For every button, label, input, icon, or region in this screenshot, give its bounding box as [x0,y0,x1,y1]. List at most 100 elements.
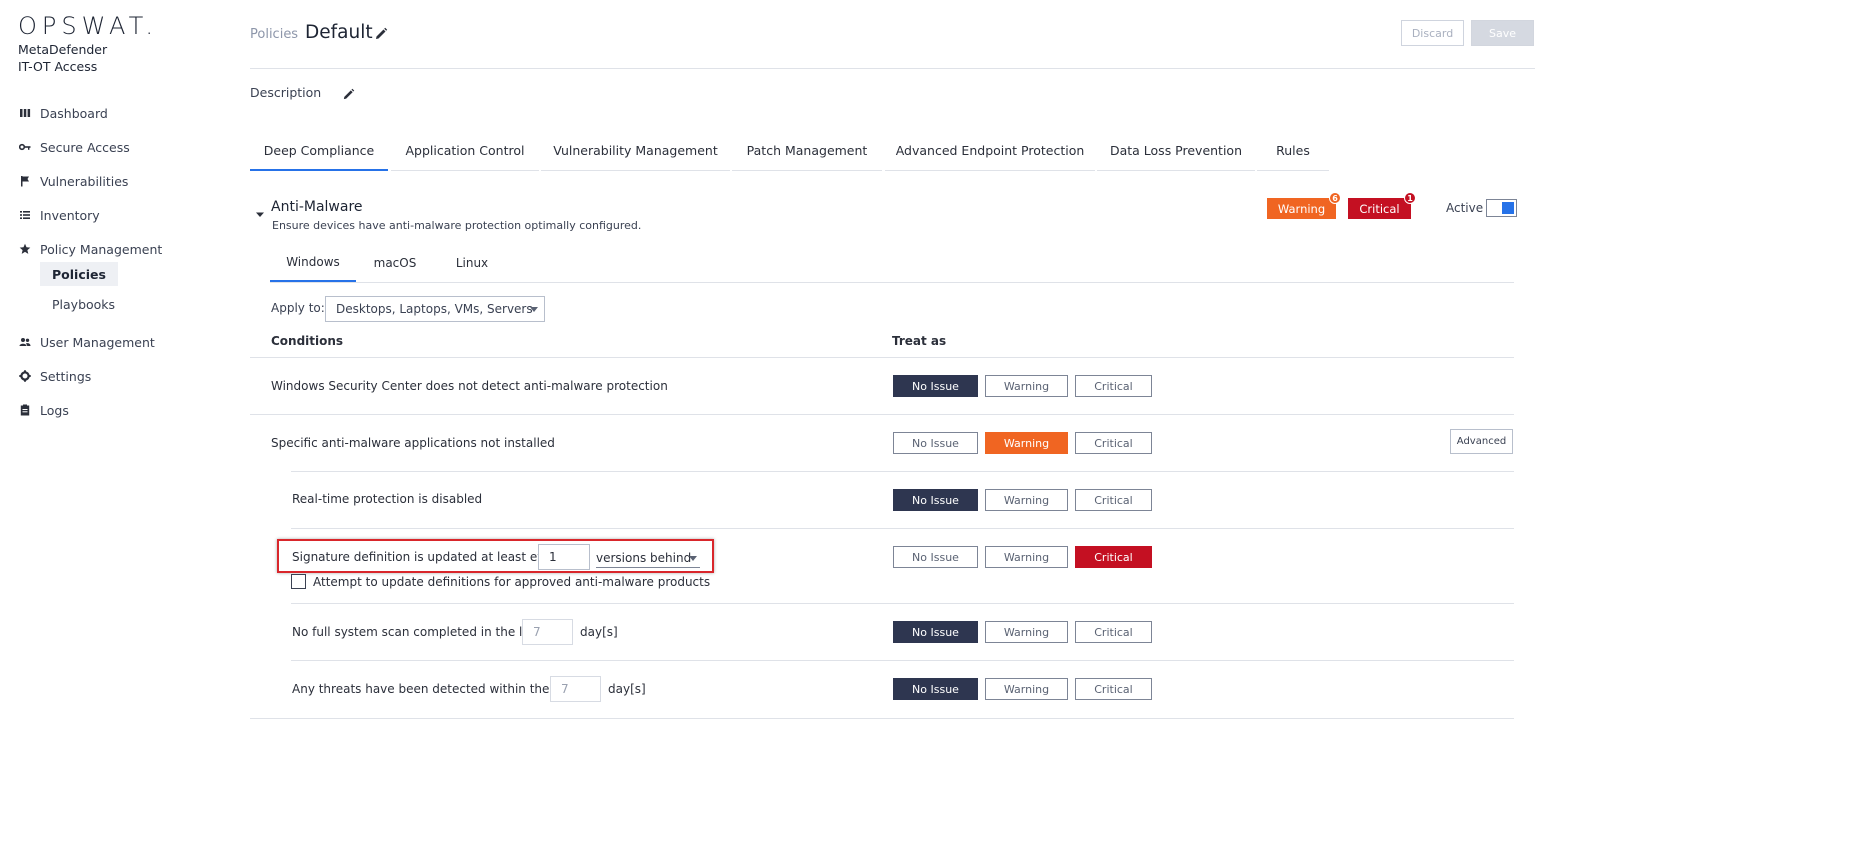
sidebar-item-label: Logs [40,402,69,418]
tab-macos[interactable]: macOS [360,244,430,282]
scan-days-input[interactable]: 7 [522,619,573,645]
no-issue-button[interactable]: No Issue [893,621,978,643]
tab-windows[interactable]: Windows [270,244,356,282]
critical-button[interactable]: Critical [1075,678,1152,700]
warning-button[interactable]: Warning [985,375,1068,397]
product-name-line1: MetaDefender [18,42,108,57]
no-issue-button[interactable]: No Issue [893,546,978,568]
critical-button[interactable]: Critical [1075,546,1152,568]
toggle-knob [1502,202,1514,214]
flag-icon [18,174,32,188]
sidebar-subitem-playbooks[interactable]: Playbooks [40,292,127,316]
sidebar-item-label: Dashboard [40,105,108,121]
save-button[interactable]: Save [1471,20,1534,46]
edit-title-pencil-icon[interactable] [374,26,388,40]
tab-advanced-endpoint-protection[interactable]: Advanced Endpoint Protection [885,131,1095,171]
critical-button[interactable]: Critical [1075,621,1152,643]
sidebar-item-label: Secure Access [40,139,130,155]
active-label: Active [1446,201,1484,215]
condition-text: No full system scan completed in the las… [292,625,541,639]
header-divider [250,68,1535,69]
chevron-down-icon [530,307,538,312]
collapse-caret-icon[interactable] [256,204,264,217]
tab-vulnerability-management[interactable]: Vulnerability Management [541,131,730,171]
no-issue-button[interactable]: No Issue [893,489,978,511]
section-title: Anti-Malware [271,199,363,215]
critical-count-badge: 1 [1404,192,1416,204]
sidebar-item-secure-access[interactable]: Secure Access [18,136,130,158]
warning-button[interactable]: Warning [985,489,1068,511]
row-divider [291,528,1514,529]
row-divider [250,357,1514,358]
tab-data-loss-prevention[interactable]: Data Loss Prevention [1097,131,1255,171]
row-divider [250,414,1514,415]
sidebar-item-inventory[interactable]: Inventory [18,204,100,226]
critical-button[interactable]: Critical [1075,489,1152,511]
active-toggle[interactable] [1486,199,1517,217]
row-divider [291,660,1514,661]
days-unit-label: day[s] [580,625,618,639]
row-divider [291,471,1514,472]
users-icon [18,335,32,349]
sidebar-item-settings[interactable]: Settings [18,365,91,387]
sidebar-item-dashboard[interactable]: Dashboard [18,102,108,124]
versions-input[interactable]: 1 [538,544,590,570]
policy-tabs: Deep Compliance Application Control Vuln… [250,131,1535,171]
treat-as-header: Treat as [892,334,947,348]
product-name-line2: IT-OT Access [18,59,98,74]
no-issue-button[interactable]: No Issue [893,678,978,700]
edit-description-pencil-icon[interactable] [342,86,355,100]
os-tabs-divider [270,282,1514,283]
opswat-logo: OPSWAT. [18,12,159,40]
critical-button[interactable]: Critical [1075,432,1152,454]
threat-days-input[interactable]: 7 [550,676,601,702]
clipboard-icon [18,403,32,417]
checkbox-label: Attempt to update definitions for approv… [313,575,711,589]
description-label: Description [250,85,322,100]
sidebar-item-vulnerabilities[interactable]: Vulnerabilities [18,170,128,192]
warning-badge: Warning [1267,198,1336,219]
chevron-down-icon [689,556,697,561]
row-divider [250,718,1514,719]
days-unit-label: day[s] [608,682,646,696]
advanced-button[interactable]: Advanced [1450,429,1513,454]
update-definitions-checkbox[interactable] [291,574,306,589]
sidebar-item-label: Inventory [40,207,100,223]
sidebar-item-logs[interactable]: Logs [18,399,69,421]
warning-button[interactable]: Warning [985,546,1068,568]
condition-text: Specific anti-malware applications not i… [271,436,555,450]
warning-button[interactable]: Warning [985,678,1068,700]
sidebar-subitem-policies[interactable]: Policies [40,262,118,286]
tab-patch-management[interactable]: Patch Management [732,131,882,171]
discard-button[interactable]: Discard [1401,20,1464,46]
sidebar-item-user-management[interactable]: User Management [18,331,155,353]
star-icon [18,242,32,256]
versions-unit-value: versions behind [596,550,692,565]
condition-text: Real-time protection is disabled [292,492,483,506]
tab-rules[interactable]: Rules [1257,131,1329,171]
warning-button[interactable]: Warning [985,432,1068,454]
list-icon [18,208,32,222]
section-description: Ensure devices have anti-malware protect… [272,219,642,232]
conditions-header: Conditions [271,334,344,348]
tab-linux[interactable]: Linux [438,244,506,282]
condition-text: Windows Security Center does not detect … [271,379,668,393]
tab-deep-compliance[interactable]: Deep Compliance [250,131,388,171]
apply-to-select[interactable]: Desktops, Laptops, VMs, Servers [325,296,545,322]
condition-text: Any threats have been detected within th… [292,682,575,696]
warning-button[interactable]: Warning [985,621,1068,643]
tab-application-control[interactable]: Application Control [391,131,539,171]
product-name: MetaDefender IT-OT Access [18,41,107,75]
versions-unit-select[interactable]: versions behind [596,548,700,568]
breadcrumb[interactable]: Policies [250,27,298,42]
critical-button[interactable]: Critical [1075,375,1152,397]
no-issue-button[interactable]: No Issue [893,375,978,397]
sidebar-item-policy-management[interactable]: Policy Management [18,238,162,260]
no-issue-button[interactable]: No Issue [893,432,978,454]
sidebar-item-label: Policy Management [40,241,163,257]
apply-to-label: Apply to: [271,301,325,315]
warning-count-badge: 6 [1329,192,1341,204]
sidebar-item-label: User Management [40,334,155,350]
gear-icon [18,369,32,383]
sidebar-item-label: Settings [40,368,92,384]
